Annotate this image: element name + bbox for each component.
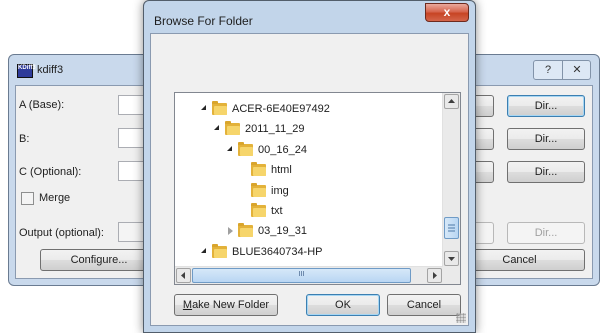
- merge-checkbox[interactable]: [21, 192, 34, 205]
- tree-item[interactable]: 03_19_31: [175, 221, 435, 241]
- folder-icon: [251, 182, 266, 197]
- folder-icon: [225, 121, 240, 136]
- c-dir-button[interactable]: Dir...: [507, 161, 585, 183]
- kdiff3-close-button[interactable]: ✕: [563, 61, 591, 79]
- make-new-folder-label: ake New Folder: [192, 299, 270, 311]
- folder-icon: [251, 203, 266, 217]
- scroll-right-arrow-icon[interactable]: [427, 268, 442, 283]
- folder-icon: [238, 141, 253, 156]
- output-dir-button[interactable]: Dir...: [507, 222, 585, 244]
- kdiff3-title-buttons: ? ✕: [533, 60, 591, 80]
- kdiff3-app-icon: KDiff3: [17, 64, 36, 78]
- label-b: B:: [19, 133, 30, 145]
- dialog-cancel-button[interactable]: Cancel: [387, 294, 461, 316]
- configure-button[interactable]: Configure...: [40, 249, 158, 271]
- tree-item[interactable]: 00_16_24: [175, 140, 435, 160]
- tree-item[interactable]: 2011_11_29: [175, 119, 435, 139]
- expanded-arrow-icon[interactable]: [201, 105, 206, 110]
- folder-icon: [251, 162, 266, 177]
- expanded-arrow-icon[interactable]: [201, 247, 206, 253]
- scroll-left-arrow-icon[interactable]: [176, 268, 191, 283]
- tree-item[interactable]: txt: [175, 201, 435, 221]
- ok-button[interactable]: OK: [306, 294, 380, 316]
- tree-item-label: 2011_11_29: [245, 123, 305, 136]
- label-c-optional: C (Optional):: [19, 166, 82, 178]
- tree-item[interactable]: ACER-6E40E97492: [175, 99, 435, 119]
- make-new-folder-button[interactable]: Make New Folder: [174, 294, 278, 316]
- folder-tree[interactable]: ACER-6E40E97492 2011_11_29 00_16_24html img…: [174, 92, 461, 285]
- dialog-close-button[interactable]: x: [425, 3, 469, 22]
- resize-grip-icon[interactable]: [456, 313, 466, 323]
- tree-item[interactable]: BLUE3640734-HP: [175, 242, 435, 262]
- expanded-arrow-icon[interactable]: [227, 145, 232, 151]
- tree-item-label: html: [271, 164, 292, 177]
- tree-item-label: txt: [271, 205, 283, 217]
- collapsed-arrow-icon[interactable]: [228, 227, 233, 236]
- expanded-arrow-icon[interactable]: [214, 125, 219, 131]
- browse-for-folder-dialog: Browse For Folder x ACER-6E40E97492 2011_…: [143, 0, 476, 333]
- help-button[interactable]: ?: [534, 61, 563, 79]
- scroll-down-arrow-icon[interactable]: [444, 251, 459, 266]
- scroll-corner: [443, 267, 460, 284]
- a-dir-button[interactable]: Dir...: [507, 95, 585, 117]
- tree-item[interactable]: img: [175, 181, 435, 201]
- tree-item-label: 00_16_24: [258, 143, 307, 156]
- tree-vertical-scrollbar[interactable]: [442, 93, 460, 267]
- horizontal-scroll-thumb[interactable]: III: [192, 268, 411, 283]
- tree-item-label: 03_19_31: [258, 225, 307, 238]
- tree-horizontal-scrollbar[interactable]: III: [175, 266, 443, 284]
- label-a-base: A (Base):: [19, 99, 65, 111]
- tree-item[interactable]: html: [175, 160, 435, 180]
- kdiff3-title: kdiff3: [37, 64, 64, 76]
- vertical-scroll-thumb[interactable]: [444, 217, 459, 239]
- folder-icon: [238, 223, 253, 238]
- tree-item-label: BLUE3640734-HP: [232, 245, 323, 258]
- folder-icon: [212, 101, 227, 115]
- folder-icon: [212, 243, 227, 258]
- make-new-folder-mnemonic: M: [182, 299, 193, 311]
- scroll-up-arrow-icon[interactable]: [444, 94, 459, 109]
- label-output-optional: Output (optional):: [19, 227, 104, 239]
- dialog-client-area: ACER-6E40E97492 2011_11_29 00_16_24html img…: [150, 33, 469, 326]
- tree-item-label: ACER-6E40E97492: [232, 103, 330, 115]
- b-dir-button[interactable]: Dir...: [507, 128, 585, 150]
- tree-item-label: img: [271, 184, 289, 197]
- dialog-title: Browse For Folder: [154, 14, 253, 28]
- label-merge: Merge: [39, 192, 71, 204]
